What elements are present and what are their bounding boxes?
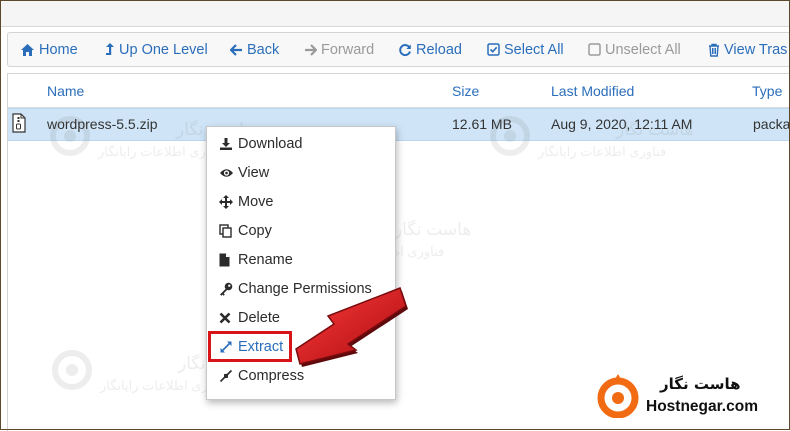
home-icon bbox=[20, 43, 35, 57]
up-one-level-button[interactable]: Up One Level bbox=[105, 33, 208, 66]
brand-domain: Hostnegar.com bbox=[646, 398, 758, 415]
watermark bbox=[488, 112, 532, 161]
reload-button[interactable]: Reload bbox=[398, 33, 462, 66]
menu-item-label: Rename bbox=[238, 252, 293, 268]
watermark-subtitle: فناوری اطلاعات رایانگار bbox=[538, 144, 667, 159]
watermark-title: هاست نگار bbox=[616, 120, 694, 139]
extract-highlight-box bbox=[208, 331, 292, 362]
reload-label: Reload bbox=[416, 41, 462, 58]
column-header-last-modified[interactable]: Last Modified bbox=[551, 83, 634, 99]
move-arrows-icon bbox=[219, 195, 234, 209]
watermark bbox=[50, 346, 94, 395]
copy-icon bbox=[219, 224, 234, 238]
brand-persian-name: هاست نگار bbox=[660, 375, 741, 393]
eye-icon bbox=[219, 167, 234, 179]
menu-item-label: View bbox=[238, 165, 270, 181]
back-button[interactable]: Back bbox=[230, 33, 279, 66]
zip-file-icon bbox=[12, 113, 26, 138]
download-icon bbox=[219, 137, 234, 151]
compress-icon bbox=[219, 369, 234, 383]
menu-item-download[interactable]: Download bbox=[219, 133, 303, 155]
close-icon bbox=[219, 312, 234, 324]
file-type: packa bbox=[753, 116, 790, 132]
menu-item-move[interactable]: Move bbox=[219, 191, 273, 213]
home-button[interactable]: Home bbox=[20, 33, 78, 66]
unselect-all-button[interactable]: Unselect All bbox=[588, 33, 681, 66]
watermark-title: هاست نگار bbox=[394, 220, 472, 239]
menu-item-delete[interactable]: Delete bbox=[219, 307, 280, 329]
column-header-type[interactable]: Type bbox=[752, 83, 782, 99]
level-up-icon bbox=[105, 42, 115, 57]
file-manager-toolbar: Home Up One Level Back Forward Reload Se… bbox=[7, 32, 790, 67]
menu-item-rename[interactable]: Rename bbox=[219, 249, 293, 271]
menu-item-label: Copy bbox=[238, 223, 272, 239]
select-all-button[interactable]: Select All bbox=[487, 33, 564, 66]
watermark-logo-icon bbox=[50, 116, 90, 156]
watermark-logo-icon bbox=[490, 116, 530, 156]
forward-button[interactable]: Forward bbox=[304, 33, 374, 66]
file-icon bbox=[219, 253, 234, 267]
column-header-size[interactable]: Size bbox=[452, 83, 479, 99]
refresh-icon bbox=[398, 43, 412, 57]
column-header-name[interactable]: Name bbox=[47, 83, 84, 99]
checkbox-empty-icon bbox=[588, 43, 601, 56]
select-all-label: Select All bbox=[504, 41, 564, 58]
arrow-right-icon bbox=[304, 43, 317, 56]
trash-icon bbox=[708, 43, 720, 57]
checkbox-checked-icon bbox=[487, 43, 500, 56]
up-one-level-label: Up One Level bbox=[119, 41, 208, 58]
watermark bbox=[48, 112, 92, 161]
arrow-left-icon bbox=[230, 43, 243, 56]
back-label: Back bbox=[247, 41, 280, 58]
hostnegar-logo-icon bbox=[597, 374, 639, 418]
callout-arrow-icon bbox=[295, 287, 408, 367]
home-label: Home bbox=[39, 41, 78, 58]
menu-item-view[interactable]: View bbox=[219, 162, 269, 184]
menu-item-label: Move bbox=[238, 194, 274, 210]
forward-label: Forward bbox=[321, 41, 375, 58]
menu-item-label: Download bbox=[238, 136, 303, 152]
menu-item-copy[interactable]: Copy bbox=[219, 220, 272, 242]
view-trash-button[interactable]: View Tras bbox=[708, 33, 787, 66]
key-icon bbox=[219, 282, 234, 296]
menu-item-label: Delete bbox=[238, 310, 280, 326]
unselect-all-label: Unselect All bbox=[605, 41, 681, 58]
view-trash-label: View Tras bbox=[724, 41, 788, 58]
top-strip bbox=[1, 1, 789, 27]
watermark-logo-icon bbox=[52, 350, 92, 390]
